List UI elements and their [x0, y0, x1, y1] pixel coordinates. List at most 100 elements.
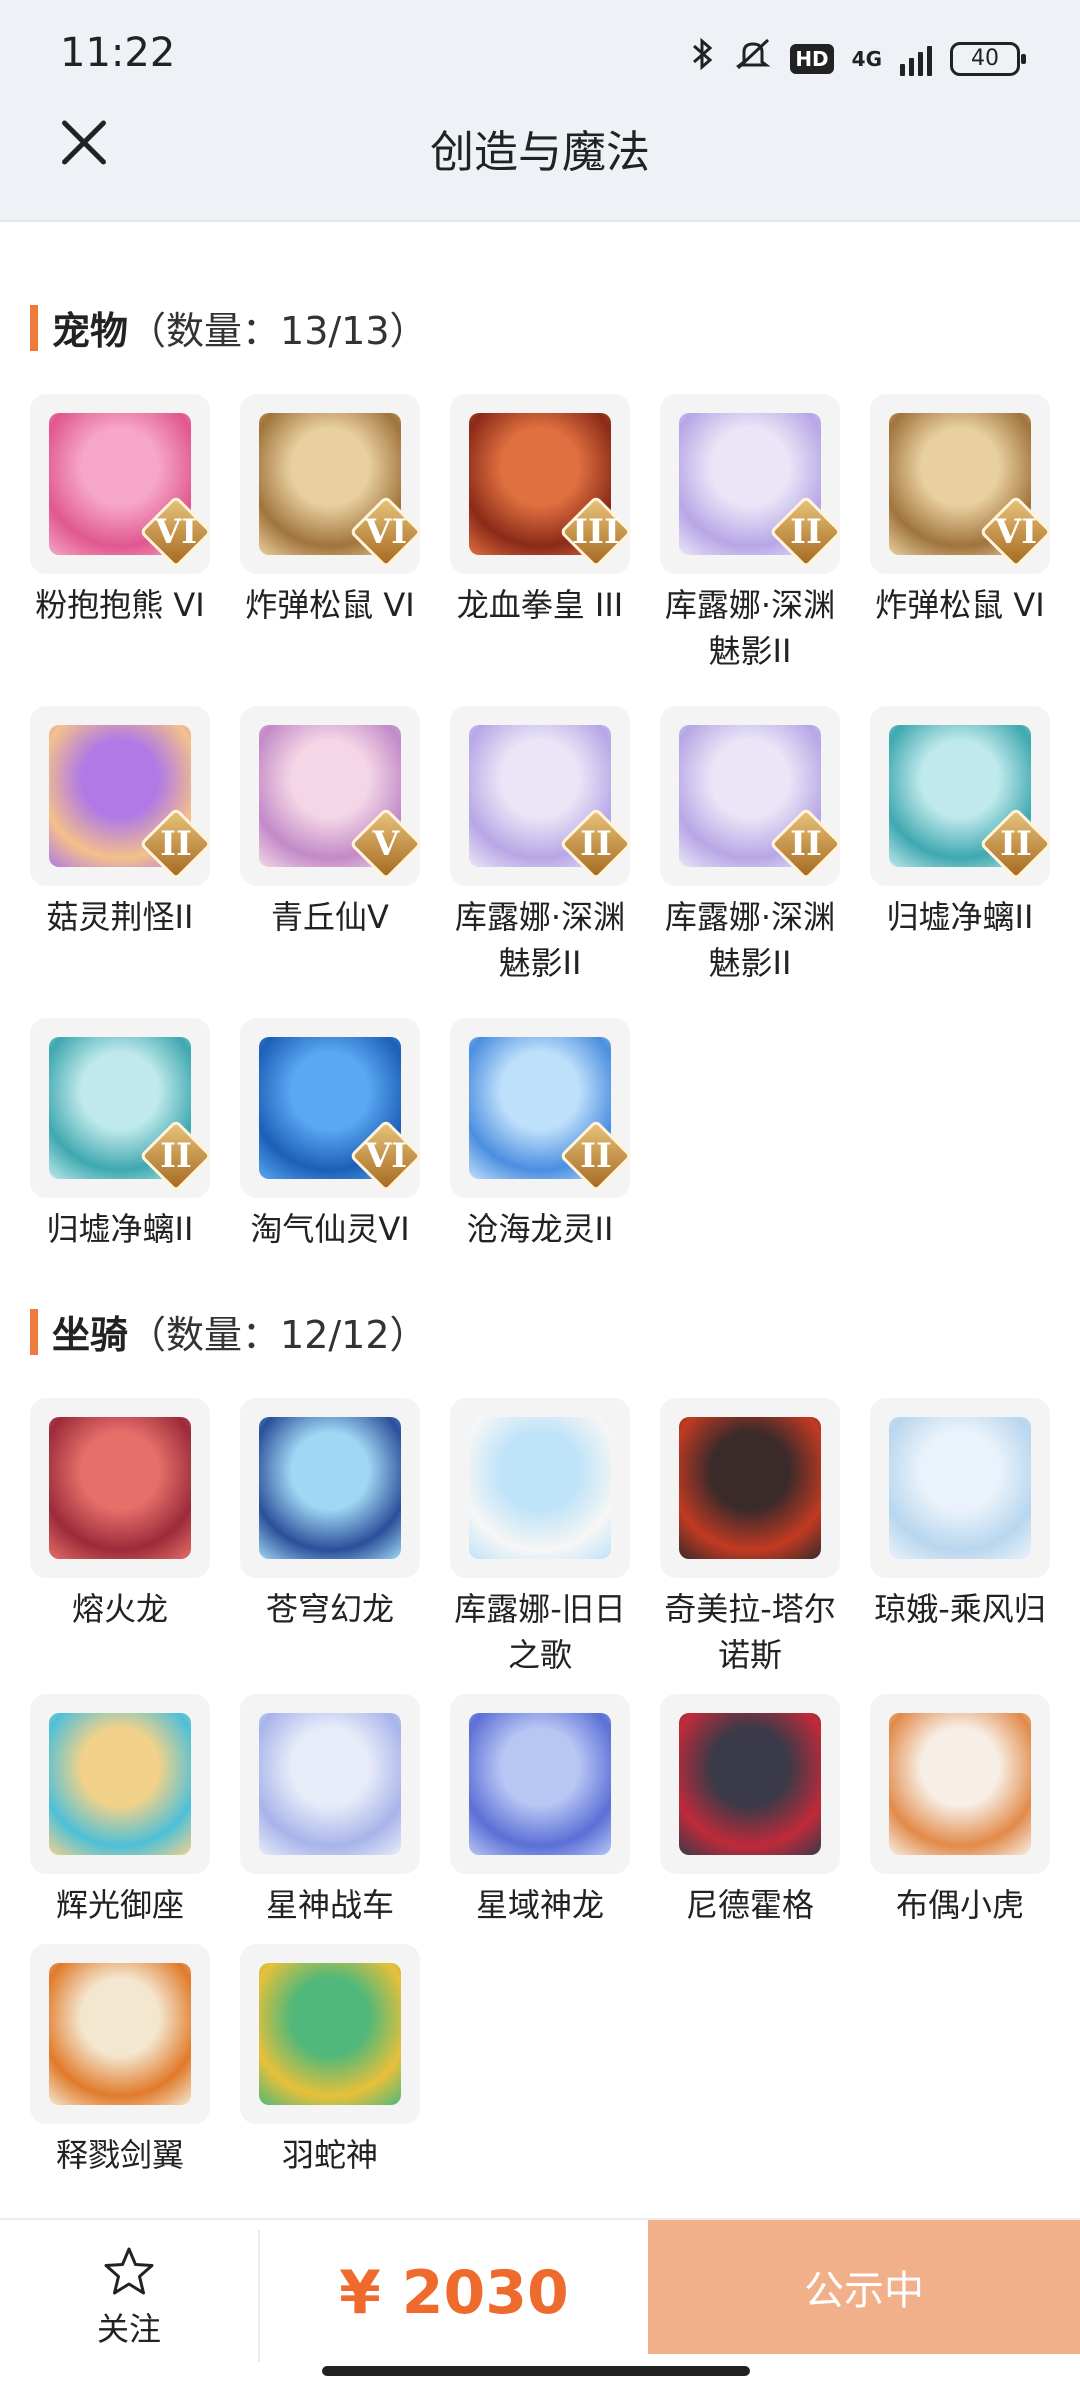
- item-name: 熔火龙: [71, 1590, 168, 1628]
- chimera-tarnos-image: [679, 1417, 821, 1559]
- level-badge-text: II: [580, 824, 612, 864]
- level-badge-text: VI: [364, 1136, 408, 1176]
- item-thumbnail: [450, 1398, 630, 1578]
- item-card[interactable]: 星神战车: [240, 1694, 420, 1928]
- item-card[interactable]: 苍穹幻龙: [240, 1398, 420, 1678]
- item-thumbnail: [660, 1694, 840, 1874]
- item-name: 粉抱抱熊 VI: [35, 586, 205, 624]
- item-card[interactable]: VI 炸弹松鼠 VI: [870, 394, 1050, 674]
- item-name: 菇灵荆怪II: [46, 898, 194, 936]
- item-card[interactable]: 羽蛇神: [240, 1944, 420, 2178]
- battery-level: 40: [971, 46, 999, 71]
- network-type: 4G: [851, 46, 882, 71]
- kuluna-old-song-image: [469, 1417, 611, 1559]
- item-name: 库露娜·深渊魅影II: [664, 586, 836, 670]
- star-icon: [102, 2246, 156, 2302]
- qiong-e-image: [889, 1417, 1031, 1559]
- item-card[interactable]: II 沧海龙灵II: [450, 1018, 630, 1252]
- item-thumbnail: VI: [870, 394, 1050, 574]
- item-name: 沧海龙灵II: [466, 1210, 614, 1248]
- item-name: 青丘仙V: [271, 898, 389, 936]
- follow-button[interactable]: 关注: [0, 2230, 258, 2366]
- item-name: 释戮剑翼: [55, 2136, 184, 2174]
- item-thumbnail: II: [30, 706, 210, 886]
- status-time: 11:22: [60, 30, 176, 76]
- status-bar: 11:22 HD 4G 40: [0, 0, 1080, 110]
- page-title: 创造与魔法: [430, 127, 650, 178]
- pets-grid: VI 粉抱抱熊 VI VI 炸弹松鼠 VI III 龙血拳皇 III II 库露娜·深渊魅影I…: [30, 394, 1050, 1252]
- level-badge-text: VI: [154, 512, 198, 552]
- item-thumbnail: II: [450, 1018, 630, 1198]
- item-card[interactable]: 布偶小虎: [870, 1694, 1050, 1928]
- radiant-throne-image: [49, 1713, 191, 1855]
- item-card[interactable]: VI 炸弹松鼠 VI: [240, 394, 420, 674]
- item-card[interactable]: 释戮剑翼: [30, 1944, 210, 2178]
- feathered-serpent-image: [259, 1963, 401, 2105]
- item-thumbnail: V: [240, 706, 420, 886]
- item-card[interactable]: V 青丘仙V: [240, 706, 420, 986]
- item-name: 库露娜·深渊魅影II: [454, 898, 626, 982]
- section-count: （数量：12/12）: [128, 1313, 428, 1357]
- item-name: 奇美拉-塔尔诺斯: [664, 1590, 836, 1674]
- item-name: 星神战车: [265, 1886, 394, 1924]
- level-badge-text: II: [160, 824, 192, 864]
- top-bar: 11:22 HD 4G 40 创造与魔法: [0, 0, 1080, 222]
- item-thumbnail: [450, 1694, 630, 1874]
- item-card[interactable]: II 归墟净螭II: [30, 1018, 210, 1252]
- level-badge-text: VI: [364, 512, 408, 552]
- mounts-grid: 熔火龙 苍穹幻龙 库露娜-旧日之歌 奇美拉-塔尔诺斯 琼娥-乘风归辉光御座 星神战车 星域神…: [30, 1398, 1050, 2178]
- item-thumbnail: [240, 1694, 420, 1874]
- status-button[interactable]: 公示中: [648, 2220, 1080, 2354]
- item-card[interactable]: 辉光御座: [30, 1694, 210, 1928]
- section-title-pets: 宠物 （数量：13/13）: [30, 300, 428, 355]
- section-accent-bar: [30, 304, 38, 351]
- item-name: 归墟净螭II: [46, 1210, 194, 1248]
- item-card[interactable]: VI 淘气仙灵VI: [240, 1018, 420, 1252]
- item-card[interactable]: 星域神龙: [450, 1694, 630, 1928]
- section-title-mounts: 坐骑 （数量：12/12）: [30, 1304, 428, 1359]
- section-name: 坐骑: [52, 1313, 129, 1357]
- item-thumbnail: II: [660, 706, 840, 886]
- item-thumbnail: [30, 1694, 210, 1874]
- item-thumbnail: [30, 1944, 210, 2124]
- item-card[interactable]: II 库露娜·深渊魅影II: [660, 394, 840, 674]
- item-card[interactable]: II 库露娜·深渊魅影II: [450, 706, 630, 986]
- item-name: 辉光御座: [55, 1886, 184, 1924]
- item-card[interactable]: III 龙血拳皇 III: [450, 394, 630, 674]
- mute-icon: [734, 36, 772, 81]
- item-card[interactable]: II 菇灵荆怪II: [30, 706, 210, 986]
- item-card[interactable]: 库露娜-旧日之歌: [450, 1398, 630, 1678]
- rag-doll-tiger-image: [889, 1713, 1031, 1855]
- item-card[interactable]: VI 粉抱抱熊 VI: [30, 394, 210, 674]
- item-thumbnail: [870, 1694, 1050, 1874]
- item-thumbnail: VI: [240, 394, 420, 574]
- hd-icon: HD: [790, 43, 834, 74]
- sky-phantom-dragon-image: [259, 1417, 401, 1559]
- star-chariot-image: [259, 1713, 401, 1855]
- battery-icon: 40: [950, 41, 1026, 76]
- item-card[interactable]: 熔火龙: [30, 1398, 210, 1678]
- home-indicator[interactable]: [322, 2366, 750, 2376]
- item-card[interactable]: 尼德霍格: [660, 1694, 840, 1928]
- item-name: 炸弹松鼠 VI: [875, 586, 1045, 624]
- item-card[interactable]: II 归墟净螭II: [870, 706, 1050, 986]
- item-card[interactable]: 奇美拉-塔尔诺斯: [660, 1398, 840, 1678]
- item-name: 尼德霍格: [685, 1886, 814, 1924]
- slaughter-sword-wings-image: [49, 1963, 191, 2105]
- item-thumbnail: VI: [240, 1018, 420, 1198]
- level-badge-text: II: [160, 1136, 192, 1176]
- item-card[interactable]: II 库露娜·深渊魅影II: [660, 706, 840, 986]
- item-card[interactable]: 琼娥-乘风归: [870, 1398, 1050, 1678]
- level-badge-text: VI: [994, 512, 1038, 552]
- item-name: 布偶小虎: [895, 1886, 1024, 1924]
- level-badge-text: II: [580, 1136, 612, 1176]
- status-icons: HD 4G 40: [690, 36, 1026, 81]
- star-domain-dragon-image: [469, 1713, 611, 1855]
- level-badge-text: II: [790, 824, 822, 864]
- item-thumbnail: [240, 1944, 420, 2124]
- level-badge-text: II: [1000, 824, 1032, 864]
- item-name: 羽蛇神: [281, 2136, 378, 2174]
- item-thumbnail: II: [30, 1018, 210, 1198]
- nidhogg-image: [679, 1713, 821, 1855]
- item-name: 淘气仙灵VI: [250, 1210, 410, 1248]
